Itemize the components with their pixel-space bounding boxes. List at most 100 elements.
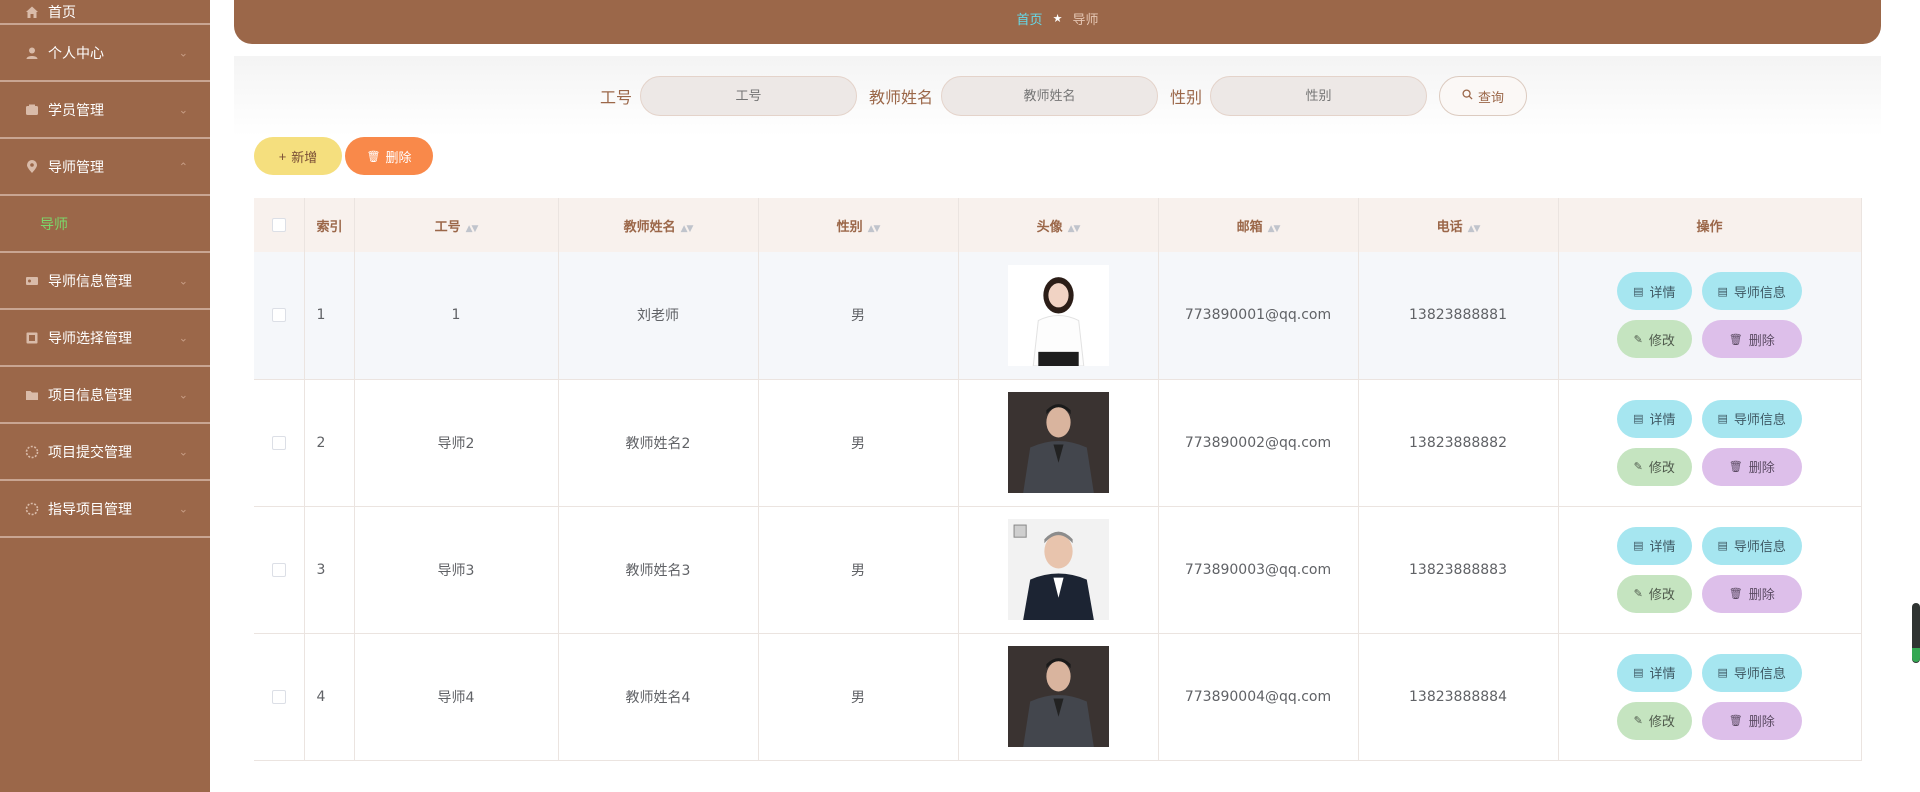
sort-icon[interactable]: ▲▼ xyxy=(466,224,479,234)
gender-input[interactable] xyxy=(1210,76,1428,116)
detail-button[interactable]: ▤ 详情 xyxy=(1617,526,1692,565)
sort-icon[interactable]: ▲▼ xyxy=(1468,224,1481,234)
row-checkbox[interactable] xyxy=(271,689,286,704)
students-icon xyxy=(24,102,40,118)
sidebar: 首页 个人中心 ⌄ 学员管理 ⌄ 导师管理 ⌃ 导师 导师信息管理 ⌄ 导师选择… xyxy=(0,0,210,792)
row-index: 2 xyxy=(304,379,355,507)
mentor-info-button[interactable]: ▤ 导师信息 xyxy=(1701,653,1802,692)
column-header-label: 教师姓名 xyxy=(623,219,676,235)
search-label-gender: 性别 xyxy=(1170,88,1203,107)
row-actions: ▤ 详情 ▤ 导师信息 ✎ 修改 🗑 删除 xyxy=(1558,252,1862,380)
column-header-label: 工号 xyxy=(434,219,461,235)
row-index: 1 xyxy=(304,252,355,380)
column-header-gender[interactable]: 性别 ▲▼ xyxy=(758,198,959,252)
detail-button-label: 详情 xyxy=(1649,540,1676,555)
edit-button[interactable]: ✎ 修改 xyxy=(1617,574,1692,613)
column-header-email[interactable]: 邮箱 ▲▼ xyxy=(1158,198,1359,252)
sidebar-item-home[interactable]: 首页 xyxy=(0,0,210,25)
row-checkbox[interactable] xyxy=(271,562,286,577)
breadcrumb-home-link[interactable]: 首页 xyxy=(1017,9,1043,28)
mentor-info-button-label: 导师信息 xyxy=(1733,285,1786,301)
edit-button[interactable]: ✎ 修改 xyxy=(1617,701,1692,740)
avatar[interactable] xyxy=(1007,519,1109,620)
avatar[interactable] xyxy=(1007,264,1109,366)
sidebar-item-mentor-management[interactable]: 导师管理 ⌃ xyxy=(0,139,210,196)
row-checkbox[interactable] xyxy=(271,435,286,450)
sort-icon[interactable]: ▲▼ xyxy=(868,224,881,234)
delete-button[interactable]: 🗑 删除 xyxy=(1701,320,1802,359)
column-header-name[interactable]: 教师姓名 ▲▼ xyxy=(558,198,759,252)
delete-button[interactable]: 🗑 删除 xyxy=(1701,701,1802,740)
trash-icon: 🗑 xyxy=(1728,460,1743,473)
row-actions: ▤ 详情 ▤ 导师信息 ✎ 修改 🗑 删除 xyxy=(1558,633,1862,761)
row-select-cell xyxy=(254,379,305,507)
detail-button[interactable]: ▤ 详情 xyxy=(1617,272,1692,311)
detail-button-label: 详情 xyxy=(1649,413,1676,428)
row-checkbox[interactable] xyxy=(271,308,286,323)
sidebar-subitem-mentor[interactable]: 导师 xyxy=(0,196,210,253)
column-header-label: 邮箱 xyxy=(1236,219,1263,235)
pencil-icon: ✎ xyxy=(1633,460,1643,473)
sidebar-item-label: 指导项目管理 xyxy=(48,501,132,518)
mentor-info-button[interactable]: ▤ 导师信息 xyxy=(1701,399,1802,438)
delete-button[interactable]: 🗑 删除 xyxy=(1701,447,1802,486)
edit-button[interactable]: ✎ 修改 xyxy=(1617,320,1692,359)
table-row[interactable]: 4 导师4 教师姓名4 男 773890004@qq.com 13823888884 ▤ 详情… xyxy=(254,633,1862,761)
document-icon: ▤ xyxy=(1633,539,1644,552)
teacher-name-input[interactable] xyxy=(941,76,1158,116)
sidebar-item-students[interactable]: 学员管理 ⌄ xyxy=(0,82,210,139)
sidebar-item-label: 个人中心 xyxy=(48,45,104,62)
table-row[interactable]: 1 1 刘老师男 773890001@qq.com 13823888881 ▤ 详情 ▤ 导师信… xyxy=(254,252,1862,380)
row-teacher-name: 教师姓名3 xyxy=(558,506,759,634)
row-gender: 男 xyxy=(758,252,959,380)
add-button[interactable]: + 新增 xyxy=(254,137,342,175)
row-email: 773890001@qq.com xyxy=(1158,252,1359,380)
sidebar-item-mentor-selection-management[interactable]: 导师选择管理 ⌄ xyxy=(0,310,210,367)
detail-button[interactable]: ▤ 详情 xyxy=(1617,653,1692,692)
row-employee-id: 导师4 xyxy=(354,633,559,761)
column-header-phone[interactable]: 电话 ▲▼ xyxy=(1358,198,1559,252)
sidebar-item-personal-center[interactable]: 个人中心 ⌄ xyxy=(0,25,210,82)
column-header-label: 性别 xyxy=(836,219,863,235)
detail-button[interactable]: ▤ 详情 xyxy=(1617,399,1692,438)
mentor-info-button[interactable]: ▤ 导师信息 xyxy=(1701,526,1802,565)
delete-button[interactable]: 🗑 删除 xyxy=(1701,574,1802,613)
chevron-down-icon: ⌄ xyxy=(178,46,188,59)
grid-icon xyxy=(24,330,40,346)
employee-id-input[interactable] xyxy=(639,76,857,116)
trash-icon: 🗑 xyxy=(1728,714,1743,727)
column-header-index: 索引 xyxy=(304,198,355,252)
sidebar-item-label: 导师信息管理 xyxy=(48,273,132,290)
edit-button[interactable]: ✎ 修改 xyxy=(1617,447,1692,486)
row-phone: 13823888882 xyxy=(1358,379,1559,507)
page-scrollbar[interactable] xyxy=(1912,0,1920,792)
add-button-label: 新增 xyxy=(291,149,318,165)
sort-icon[interactable]: ▲▼ xyxy=(681,224,694,234)
avatar[interactable] xyxy=(1007,646,1109,747)
sort-icon[interactable]: ▲▼ xyxy=(1268,224,1281,234)
table-row[interactable]: 3 导师3 教师姓名3 男 773890003@qq.com 13823888883 ▤ 详情… xyxy=(254,506,1862,634)
search-button[interactable]: 查询 xyxy=(1439,76,1528,116)
row-email: 773890002@qq.com xyxy=(1158,379,1359,507)
row-actions: ▤ 详情 ▤ 导师信息 ✎ 修改 🗑 删除 xyxy=(1558,379,1862,507)
column-header-id[interactable]: 工号 ▲▼ xyxy=(354,198,559,252)
sidebar-item-label: 学员管理 xyxy=(48,102,104,119)
sidebar-item-mentor-info-management[interactable]: 导师信息管理 ⌄ xyxy=(0,253,210,310)
sidebar-item-project-submission-management[interactable]: 项目提交管理 ⌄ xyxy=(0,424,210,481)
document-icon: ▤ xyxy=(1633,412,1644,425)
sort-icon[interactable]: ▲▼ xyxy=(1068,224,1081,234)
mentor-info-button[interactable]: ▤ 导师信息 xyxy=(1701,272,1802,311)
row-teacher-name: 刘老师 xyxy=(558,252,759,380)
sidebar-item-project-info-management[interactable]: 项目信息管理 ⌄ xyxy=(0,367,210,424)
bulk-delete-button[interactable]: 🗑 删除 xyxy=(345,137,433,175)
table-row[interactable]: 2 导师2 教师姓名2 男 773890002@qq.com 13823888882 ▤ 详情… xyxy=(254,379,1862,507)
scrollbar-indicator xyxy=(1912,648,1920,662)
sidebar-item-guided-project-management[interactable]: 指导项目管理 ⌄ xyxy=(0,481,210,538)
document-icon: ▤ xyxy=(1633,666,1644,679)
column-header-avatar[interactable]: 头像 ▲▼ xyxy=(958,198,1159,252)
chevron-down-icon: ⌄ xyxy=(178,274,188,287)
document-icon: ▤ xyxy=(1717,539,1728,552)
select-all-checkbox[interactable] xyxy=(271,218,286,232)
avatar[interactable] xyxy=(1007,392,1109,493)
row-employee-id: 导师3 xyxy=(354,506,559,634)
